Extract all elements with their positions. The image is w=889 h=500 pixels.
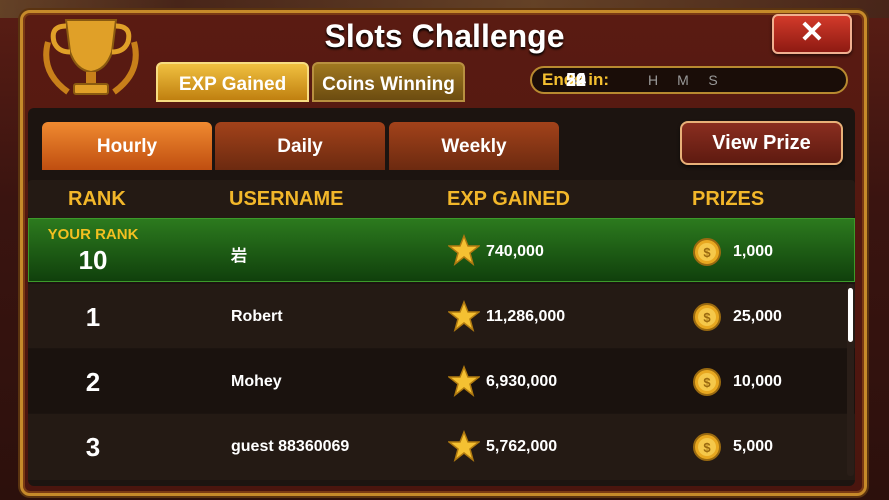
exp-value: 5,762,000 bbox=[486, 438, 558, 455]
coin-icon: $ bbox=[693, 238, 721, 266]
prize-value: 5,000 bbox=[733, 438, 774, 455]
timer-minutes-unit: M bbox=[677, 72, 689, 88]
scrollbar-thumb[interactable] bbox=[848, 288, 853, 342]
tab-weekly[interactable]: Weekly bbox=[389, 122, 559, 170]
rank-number: 3 bbox=[85, 432, 101, 462]
rank-number: 2 bbox=[85, 367, 101, 397]
tab-daily[interactable]: Daily bbox=[215, 122, 385, 170]
star-icon bbox=[448, 300, 480, 332]
tab-exp-gained[interactable]: EXP Gained bbox=[156, 62, 309, 102]
star-icon bbox=[448, 234, 480, 266]
your-rank-number: 10 bbox=[78, 245, 108, 275]
tab-coins-winning[interactable]: Coins Winning bbox=[312, 62, 465, 102]
coin-icon: $ bbox=[693, 368, 721, 396]
coin-icon: $ bbox=[693, 433, 721, 461]
prize-value: 10,000 bbox=[733, 373, 782, 390]
tab-hourly[interactable]: Hourly bbox=[42, 122, 212, 170]
timer-hours-unit: H bbox=[647, 72, 659, 88]
rank-number: 1 bbox=[85, 302, 101, 332]
page-title: Slots Challenge bbox=[324, 18, 565, 54]
svg-text:$: $ bbox=[703, 375, 711, 390]
star-icon bbox=[448, 430, 480, 462]
svg-text:$: $ bbox=[703, 245, 711, 260]
your-rank-label: YOUR RANK bbox=[47, 226, 139, 243]
header-username: USERNAME bbox=[229, 188, 344, 210]
star-icon bbox=[448, 365, 480, 397]
header-rank: RANK bbox=[68, 188, 126, 210]
svg-text:$: $ bbox=[703, 440, 711, 455]
svg-text:$: $ bbox=[703, 310, 711, 325]
view-prize-button[interactable]: View Prize bbox=[680, 121, 843, 165]
prize-value: 25,000 bbox=[733, 308, 782, 325]
coin-icon: $ bbox=[693, 303, 721, 331]
username: Mohey bbox=[231, 373, 282, 390]
username: Robert bbox=[231, 308, 283, 325]
your-username: 岩 bbox=[231, 248, 248, 265]
exp-value: 11,286,000 bbox=[486, 308, 566, 325]
timer-seconds: 24 bbox=[565, 69, 586, 90]
header-prizes: PRIZES bbox=[692, 188, 765, 210]
countdown-timer: Ends in: 0 H 52 M 24 S bbox=[530, 66, 848, 94]
timer-seconds-unit: S bbox=[708, 72, 718, 88]
your-exp-value: 740,000 bbox=[486, 243, 544, 260]
exp-value: 6,930,000 bbox=[486, 373, 558, 390]
header-exp-gained: EXP GAINED bbox=[447, 188, 570, 210]
your-prize-value: 1,000 bbox=[733, 243, 774, 260]
username: guest 88360069 bbox=[231, 438, 350, 455]
close-button[interactable]: ✕ bbox=[772, 14, 852, 54]
